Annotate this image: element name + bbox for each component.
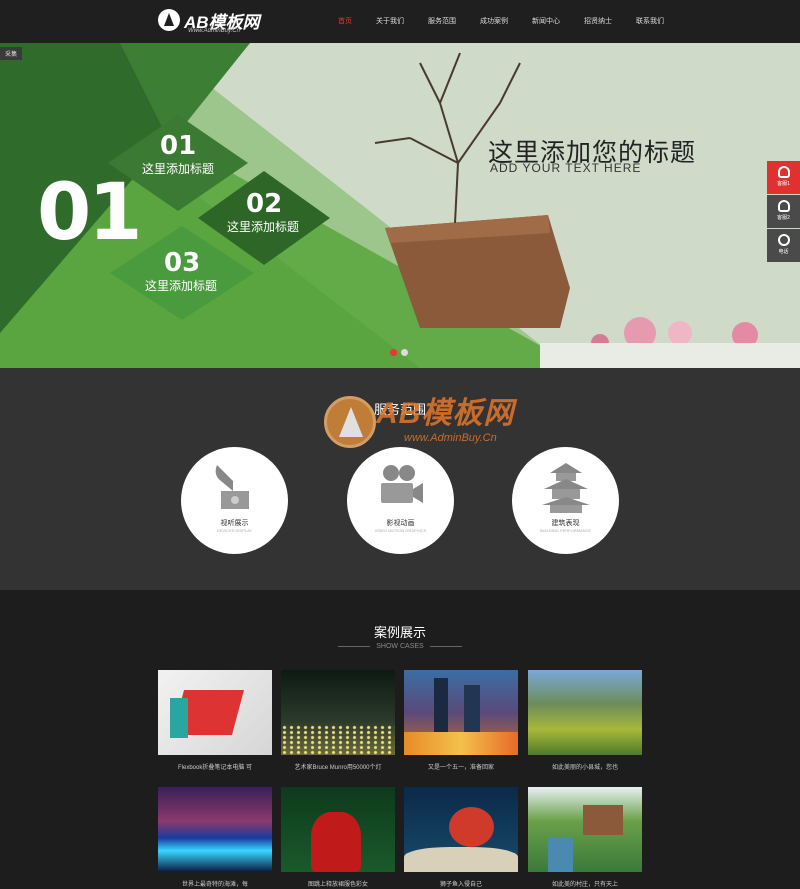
slider-dots (390, 349, 408, 356)
service-card-devices[interactable]: 视听展示 DEVICES DISPLAY (181, 447, 288, 554)
case-caption[interactable]: 如此美丽的小县城，您也 (528, 762, 642, 771)
case-caption[interactable]: 狮子鱼入侵自己 (404, 879, 518, 888)
nav-item-home[interactable]: 首页 (330, 0, 360, 43)
case-card[interactable]: 图跳上释放裙服色彩女 (281, 787, 395, 888)
banner-big-number: 01 (37, 168, 143, 258)
case-card[interactable]: 世界上最奇特的海滩，每 (158, 787, 272, 888)
case-thumbnail[interactable] (281, 787, 395, 872)
banner-subtitle: ADD YOUR TEXT HERE (490, 161, 642, 175)
service-card-architecture[interactable]: 建筑表现 BUILDING PERFORMANCE (512, 447, 619, 554)
service-label-video: 影视动画 (386, 520, 415, 527)
support-label-2: 客服2 (777, 215, 790, 221)
support-button-1[interactable]: 客服1 (767, 161, 800, 194)
site-header: AB模板网 Www.AdminBuy.Cn 首页 关于我们 服务范围 成功案例 … (0, 0, 800, 43)
phone-label: 电话 (778, 249, 789, 255)
case-caption[interactable]: 又是一个五一，准备回家 (404, 762, 518, 771)
case-thumbnail[interactable] (528, 787, 642, 872)
support-label-1: 客服1 (777, 181, 790, 187)
service-sub-devices: DEVICES DISPLAY (216, 528, 253, 533)
case-caption[interactable]: Flexbook折叠笔记本电脑 可 (158, 762, 272, 771)
cases-subtitle-text: SHOW CASES (376, 643, 424, 650)
diamond-number-3: 03 (164, 248, 201, 278)
diamond-text-2: 这里添加标题 (227, 220, 300, 234)
case-caption[interactable]: 如此美的村庄，只有天上 (528, 879, 642, 888)
collect-tag[interactable]: 采集 (0, 47, 23, 60)
case-caption[interactable]: 艺术家Bruce Munro用50000个灯 (281, 762, 395, 771)
service-label-architecture: 建筑表现 (551, 520, 580, 527)
case-thumbnail[interactable] (404, 787, 518, 872)
nav-item-services[interactable]: 服务范围 (420, 0, 464, 43)
case-thumbnail[interactable] (404, 670, 518, 755)
nav-item-jobs[interactable]: 招贤纳士 (576, 0, 620, 43)
chat-icon (777, 200, 790, 212)
nav-item-cases[interactable]: 成功案例 (472, 0, 516, 43)
cases-subtitle: SHOW CASES (0, 643, 800, 650)
case-thumbnail[interactable] (158, 787, 272, 872)
diamond-text-1: 这里添加标题 (142, 162, 215, 176)
case-card[interactable]: 如此美丽的小县城，您也 (528, 670, 642, 771)
service-sub-architecture: BUILDING PERFORMANCE (539, 528, 592, 533)
case-thumbnail[interactable] (528, 670, 642, 755)
case-card[interactable]: 狮子鱼入侵自己 (404, 787, 518, 888)
cases-title: 案例展示 (373, 625, 426, 640)
case-card[interactable]: 艺术家Bruce Munro用50000个灯 (281, 670, 395, 771)
nav-item-contact[interactable]: 联系我们 (628, 0, 672, 43)
case-caption[interactable]: 图跳上释放裙服色彩女 (281, 879, 395, 888)
case-thumbnail[interactable] (281, 670, 395, 755)
film-camera-icon (381, 465, 423, 503)
nav-item-news[interactable]: 新闻中心 (524, 0, 568, 43)
site-logo[interactable]: AB模板网 Www.AdminBuy.Cn (158, 8, 268, 36)
watermark-logo-icon (324, 396, 376, 448)
support-button-2[interactable]: 客服2 (767, 195, 800, 228)
slider-dot-2[interactable] (401, 349, 408, 356)
service-card-video[interactable]: 影视动画 VIDEO MOTION GRAPHICS (347, 447, 454, 554)
service-label-devices: 视听展示 (220, 520, 249, 527)
watermark-title: AB模板网 (376, 397, 515, 430)
logo-subtitle: Www.AdminBuy.Cn (188, 28, 240, 34)
diamond-number-2: 02 (246, 189, 283, 219)
case-card[interactable]: 如此美的村庄，只有天上 (528, 787, 642, 888)
gramophone-icon (215, 465, 249, 509)
case-card[interactable]: 又是一个五一，准备回家 (404, 670, 518, 771)
logo-mark-icon (158, 9, 180, 31)
chat-icon (777, 166, 790, 178)
main-nav: 首页 关于我们 服务范围 成功案例 新闻中心 招贤纳士 联系我们 (330, 0, 680, 43)
case-thumbnail[interactable] (158, 670, 272, 755)
phone-icon (777, 234, 790, 246)
nav-item-about[interactable]: 关于我们 (368, 0, 412, 43)
case-card[interactable]: Flexbook折叠笔记本电脑 可 (158, 670, 272, 771)
phone-button[interactable]: 电话 (767, 229, 800, 262)
pagoda-icon (542, 463, 590, 513)
diamond-text-3: 这里添加标题 (145, 279, 218, 293)
hero-banner[interactable]: 01 01 这里添加标题 02 这里添加标题 03 这里添加标题 这里添加您的标… (0, 43, 800, 368)
case-caption[interactable]: 世界上最奇特的海滩，每 (158, 879, 272, 888)
watermark-url: www.AdminBuy.Cn (404, 432, 497, 444)
service-sub-video: VIDEO MOTION GRAPHICS (374, 528, 427, 533)
slider-dot-1[interactable] (390, 349, 397, 356)
diamond-number-1: 01 (160, 131, 197, 161)
